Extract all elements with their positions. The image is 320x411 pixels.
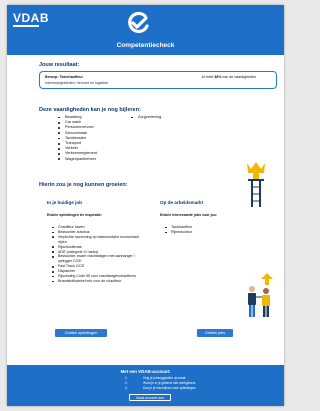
certificate-page: VDAB Competentiecheck Jouw resultaat: Be… bbox=[7, 5, 284, 406]
result-box: Beroep: Taxichauffeur Interessegebieden:… bbox=[39, 71, 277, 89]
benefit-item: 3. Kan je je inschrijven voor opleidingen bbox=[125, 386, 196, 391]
header-banner: VDAB Competentiecheck bbox=[7, 5, 284, 55]
current-job-title: In je huidige job bbox=[47, 200, 82, 205]
footer-banner: Met een VDAB-account: 1. Volg je jobsugge… bbox=[7, 365, 284, 406]
training-item: Verplichte navorming op basismodator eco… bbox=[47, 235, 147, 245]
skill-item: Zorgverlening bbox=[130, 115, 161, 120]
beroep-value: Taxichauffeur bbox=[59, 75, 83, 79]
skills-list-col2: Zorgverlening bbox=[130, 115, 161, 120]
training-list: Chauffeur haven Bestuurder autobus Verpl… bbox=[47, 225, 147, 284]
growth-heading: Hierin zou je nog kunnen groeien: bbox=[39, 182, 128, 188]
discover-trainings-button[interactable]: Ontdek opleidingen bbox=[55, 329, 107, 337]
logo-underline bbox=[13, 25, 39, 27]
match-prefix: Je hebt bbox=[201, 75, 214, 79]
page-title: Competentiecheck bbox=[116, 42, 175, 49]
skills-heading: Deze vaardigheden kan je nog bijleren: bbox=[39, 107, 141, 113]
jobs-list: Taxichauffeur Rijinstructeur bbox=[160, 225, 260, 235]
footer-title: Met een VDAB-account: bbox=[120, 369, 171, 374]
interest-label: Interessegebieden: bbox=[45, 80, 76, 85]
benefit-text: Word je in je gekend met werkgevers bbox=[143, 381, 196, 385]
vdab-logo: VDAB bbox=[13, 11, 50, 25]
competentie-check-icon bbox=[128, 11, 149, 34]
benefit-text: Volg je jobsuggesties op maat bbox=[143, 376, 186, 380]
skill-item: Wagenparkbeheer bbox=[57, 157, 97, 162]
match-suffix: van de vaardigheden bbox=[222, 75, 256, 79]
job-market-subtitle: Enkele interessante jobs voor jou: bbox=[160, 213, 217, 217]
match-percent: 38% bbox=[214, 75, 222, 79]
workers-illustration bbox=[248, 273, 273, 317]
current-job-subtitle: Enkele opleidingen ter inspiratie: bbox=[47, 213, 103, 217]
job-item: Rijinstructeur bbox=[160, 230, 260, 235]
training-item: Brandstoffosiekel info voor de chauffeur bbox=[47, 279, 147, 284]
beroep-label: Beroep: bbox=[45, 75, 59, 79]
result-heading: Jouw resultaat: bbox=[39, 62, 80, 68]
training-item: Bestuurder zware vrachtwagen met aanhang… bbox=[47, 254, 147, 264]
interest-value: Vervoer en logistiek bbox=[76, 80, 108, 85]
account-benefits-list: 1. Volg je jobsuggesties op maat 2. Word j… bbox=[125, 376, 196, 391]
match-line: Je hebt 38% van de vaardigheden bbox=[201, 75, 256, 79]
benefit-text: Kan je je inschrijven voor opleidingen bbox=[143, 386, 196, 390]
benefit-number: 3. bbox=[125, 386, 128, 390]
skills-list-col1: Bewaking Car wash Personenvervoer Schoon… bbox=[57, 115, 97, 162]
beroep-line: Beroep: Taxichauffeur bbox=[45, 75, 83, 79]
job-market-title: Op de arbeidsmarkt bbox=[160, 200, 204, 205]
interest-line: Interessegebieden: Vervoer en logistiek bbox=[45, 81, 108, 85]
create-account-button[interactable]: Maak account aan bbox=[129, 394, 171, 401]
trophy-illustration bbox=[247, 162, 265, 207]
discover-jobs-button[interactable]: Ontdek jobs bbox=[197, 329, 233, 337]
